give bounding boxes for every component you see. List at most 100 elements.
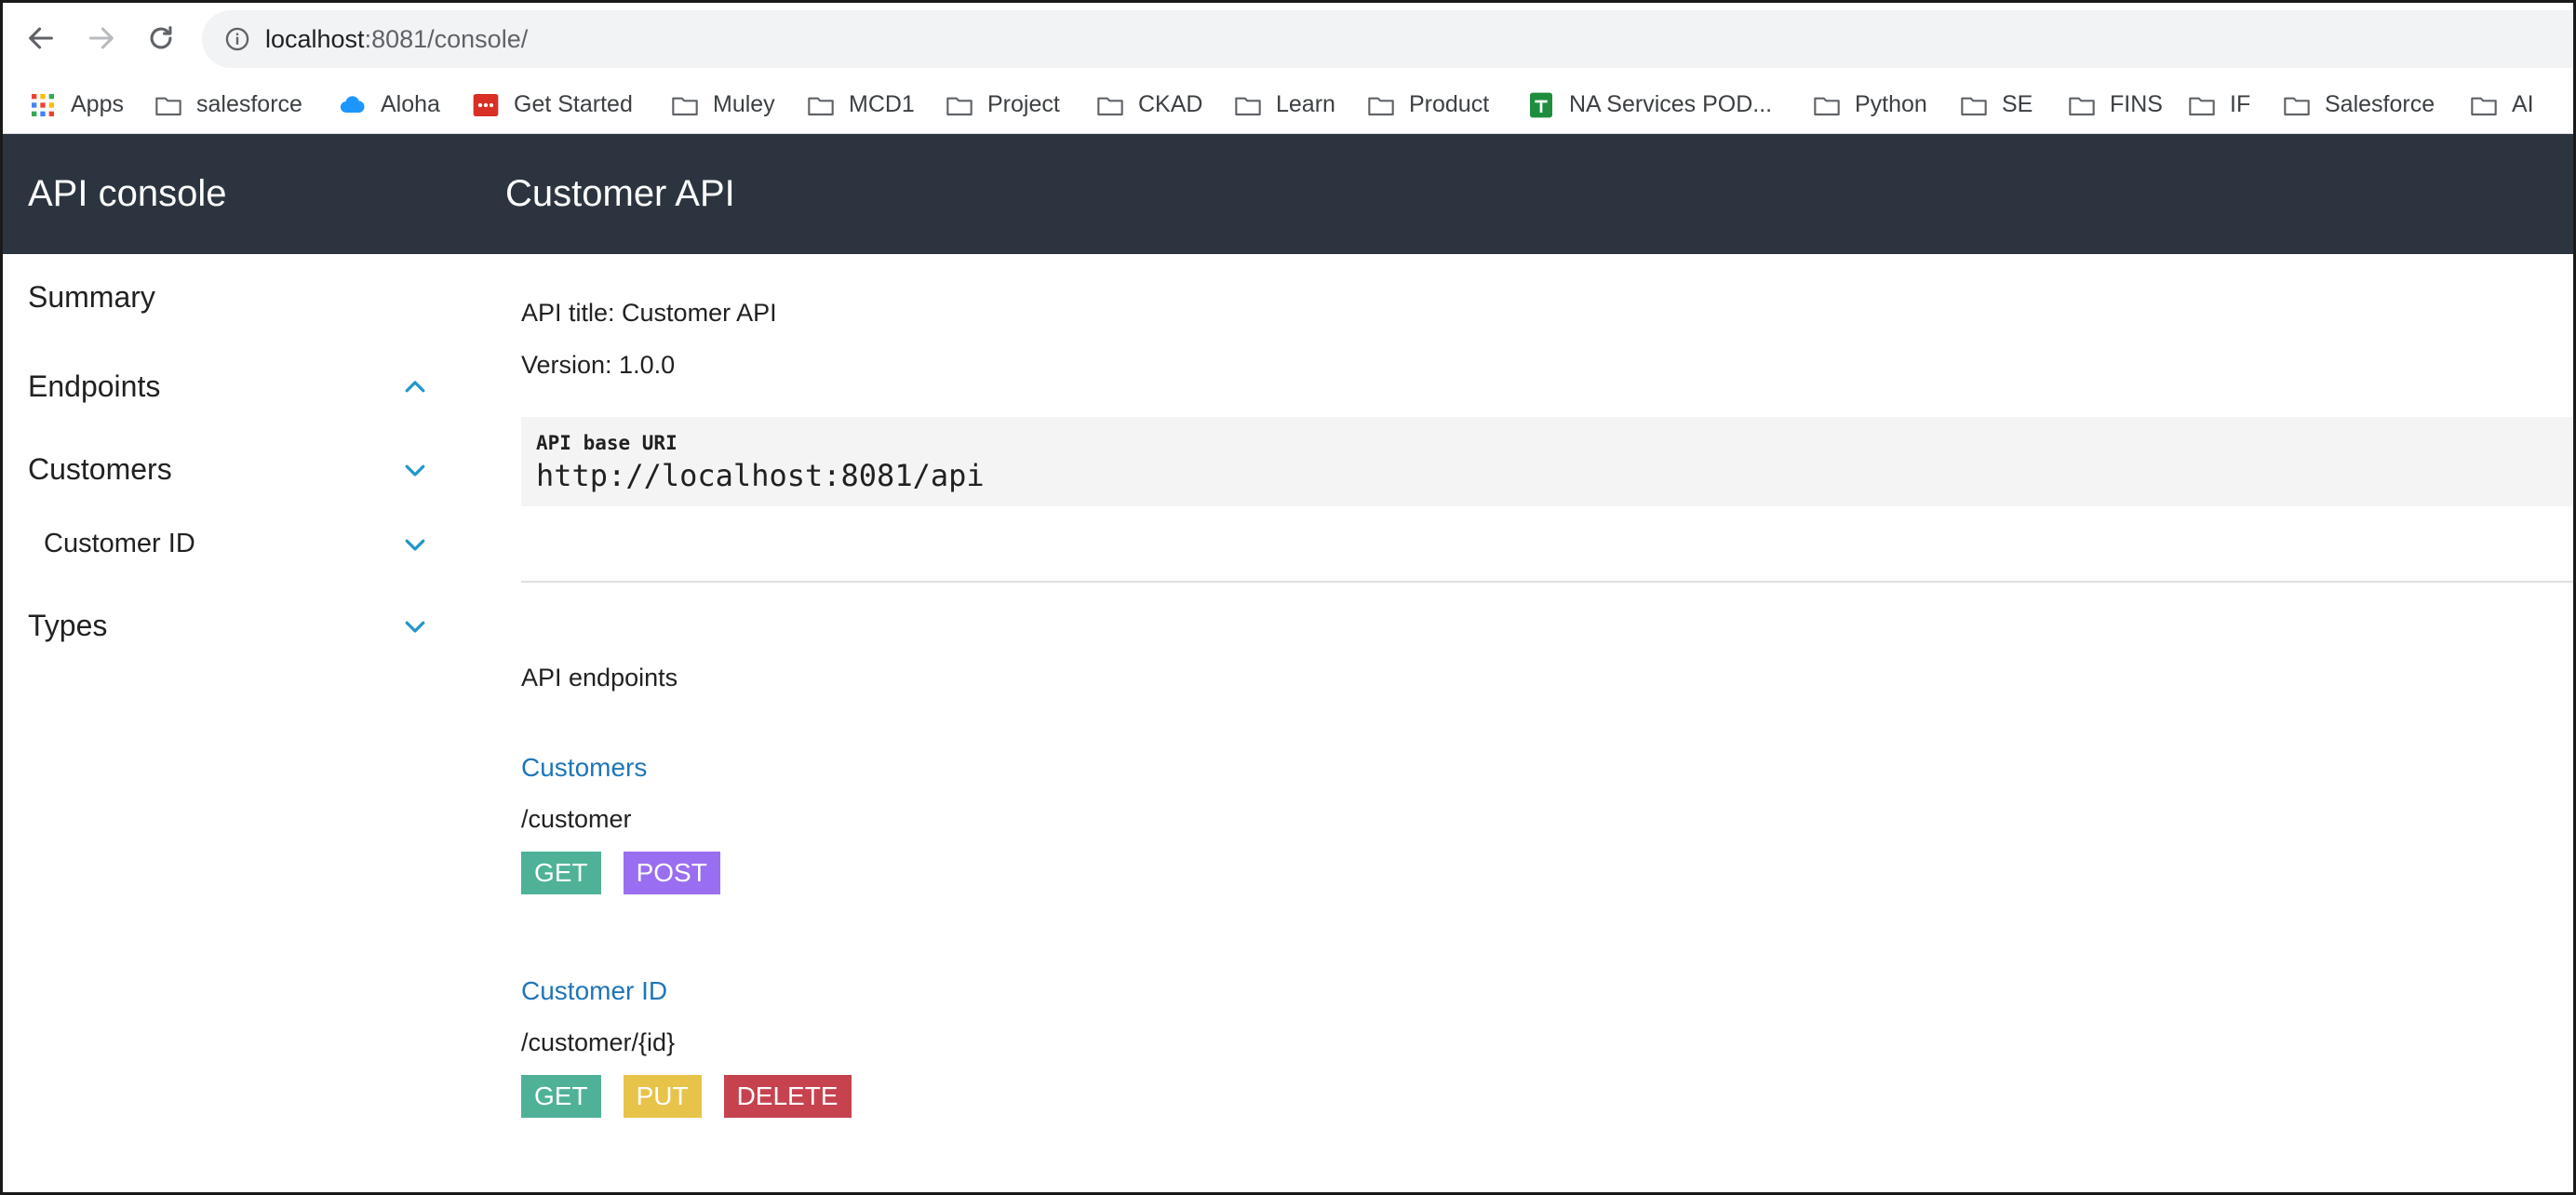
folder-icon	[2469, 90, 2499, 120]
bookmark-label: Get Started	[514, 91, 633, 117]
bookmark-label: Product	[1409, 91, 1490, 117]
chevron-down-icon[interactable]	[401, 456, 429, 484]
section-divider	[521, 581, 2573, 583]
sidebar-item-label: Endpoints	[28, 369, 161, 403]
chevron-up-icon[interactable]	[401, 373, 429, 401]
sidebar-item-customers[interactable]: Customers	[3, 436, 459, 502]
reload-button[interactable]	[141, 18, 181, 59]
folder-icon	[1095, 90, 1125, 120]
bookmark-fins[interactable]: FINS	[2067, 76, 2163, 133]
folder-icon	[806, 90, 836, 120]
sidebar-item-label: Summary	[28, 280, 155, 314]
address-bar[interactable]: localhost:8081/console/	[202, 10, 2573, 68]
bookmark-label: IF	[2230, 91, 2251, 117]
base-uri-label: API base URI	[536, 432, 678, 454]
api-version-text: Version: 1.0.0	[521, 351, 676, 379]
bookmark-project[interactable]: Project	[945, 76, 1060, 133]
browser-toolbar: localhost:8081/console/	[3, 3, 2573, 76]
folder-icon	[670, 90, 700, 120]
endpoint-link-customer-id[interactable]: Customer ID	[521, 976, 667, 1006]
bookmark-label: AI	[2512, 91, 2534, 117]
bookmark-salesforce[interactable]: salesforce	[154, 76, 302, 133]
bookmark-label: NA Services POD...	[1569, 91, 1773, 117]
main-content: API title: Customer API Version: 1.0.0 A…	[521, 254, 2573, 1192]
bookmark-label: Learn	[1276, 91, 1335, 117]
sidebar-item-endpoints[interactable]: Endpoints	[3, 354, 459, 419]
bookmark-label: Python	[1855, 91, 1927, 117]
arrow-right-icon	[89, 27, 114, 49]
endpoint-link-customers[interactable]: Customers	[521, 753, 647, 783]
base-uri-box: API base URI http://localhost:8081/api	[521, 417, 2573, 506]
bookmark-label: MCD1	[849, 91, 915, 117]
folder-icon	[1233, 90, 1263, 120]
bookmark-muley[interactable]: Muley	[670, 76, 775, 133]
method-put-button[interactable]: PUT	[623, 1075, 702, 1118]
apps-grid-icon	[28, 90, 58, 120]
info-icon[interactable]	[224, 26, 250, 52]
url-text[interactable]: localhost:8081/console/	[265, 10, 528, 68]
url-host: localhost	[265, 25, 365, 53]
forward-button[interactable]	[81, 18, 122, 59]
url-path: :8081/console/	[364, 25, 529, 53]
bookmark-aloha[interactable]: Aloha	[338, 76, 440, 133]
bookmark-get-started[interactable]: Get Started	[471, 76, 633, 133]
folder-icon	[945, 90, 974, 120]
endpoint-path: /customer	[521, 805, 632, 833]
bookmark-product[interactable]: Product	[1366, 76, 1489, 133]
sidebar-item-label: Types	[28, 609, 108, 642]
endpoint-path: /customer/{id}	[521, 1028, 676, 1056]
app-title: API console	[28, 173, 227, 214]
bookmark-na-services-pod[interactable]: NA Services POD...	[1526, 76, 1772, 133]
bookmark-salesforce[interactable]: Salesforce	[2282, 76, 2435, 133]
bookmark-ckad[interactable]: CKAD	[1095, 76, 1202, 133]
method-get-button[interactable]: GET	[521, 852, 601, 894]
reload-icon	[150, 26, 172, 49]
sheets-icon	[1526, 90, 1556, 120]
bookmark-label: SE	[2002, 91, 2033, 117]
browser-window: localhost:8081/console/ Apps salesforce Al…	[0, 0, 2576, 1195]
folder-icon	[2282, 90, 2312, 120]
sidebar-item-label: Customer ID	[44, 529, 195, 558]
arrow-left-icon	[29, 27, 53, 49]
app-header: API console Customer API	[3, 134, 2573, 254]
bookmark-label: salesforce	[196, 91, 302, 117]
folder-icon	[154, 90, 183, 120]
api-title-text: API title: Customer API	[521, 299, 777, 327]
bookmark-learn[interactable]: Learn	[1233, 76, 1335, 133]
bookmark-label: Apps	[71, 91, 124, 117]
bookmark-mcd1[interactable]: MCD1	[806, 76, 915, 133]
bookmarks-bar: Apps salesforce Aloha Get Started Muley MCD1 P…	[3, 76, 2573, 134]
sidebar-item-label: Customers	[28, 452, 172, 486]
sidebar-item-customer-id[interactable]: Customer ID	[3, 511, 459, 576]
bookmark-label: Project	[987, 91, 1060, 117]
back-button[interactable]	[20, 18, 61, 59]
endpoint-methods: GET POST	[521, 852, 720, 894]
api-name-title: Customer API	[505, 173, 735, 214]
folder-icon	[1959, 90, 1989, 120]
bookmark-se[interactable]: SE	[1959, 76, 2033, 133]
folder-icon	[1366, 90, 1396, 120]
sidebar-item-summary[interactable]: Summary	[3, 264, 459, 329]
bookmark-label: CKAD	[1138, 91, 1203, 117]
sidebar-nav: Summary Endpoints Customers Customer ID …	[3, 254, 459, 1192]
chevron-down-icon[interactable]	[401, 530, 429, 558]
folder-icon	[2187, 90, 2217, 120]
bookmark-label: Salesforce	[2325, 91, 2435, 117]
bookmark-if[interactable]: IF	[2187, 76, 2250, 133]
bookmark-ai[interactable]: AI	[2469, 76, 2534, 133]
method-post-button[interactable]: POST	[623, 852, 720, 894]
method-get-button[interactable]: GET	[521, 1075, 601, 1118]
cloud-icon	[338, 90, 368, 120]
bookmark-label: FINS	[2110, 91, 2163, 117]
base-uri-value: http://localhost:8081/api	[536, 458, 985, 493]
bookmark-label: Aloha	[381, 91, 440, 117]
folder-icon	[2067, 90, 2097, 120]
sidebar-item-types[interactable]: Types	[3, 593, 459, 658]
endpoints-section-title: API endpoints	[521, 664, 678, 691]
chevron-down-icon[interactable]	[401, 612, 429, 640]
method-delete-button[interactable]: DELETE	[723, 1075, 852, 1118]
bookmark-python[interactable]: Python	[1812, 76, 1927, 133]
bookmark-apps[interactable]: Apps	[28, 76, 124, 133]
endpoint-methods: GET PUT DELETE	[521, 1075, 852, 1118]
get-started-icon	[471, 90, 501, 120]
